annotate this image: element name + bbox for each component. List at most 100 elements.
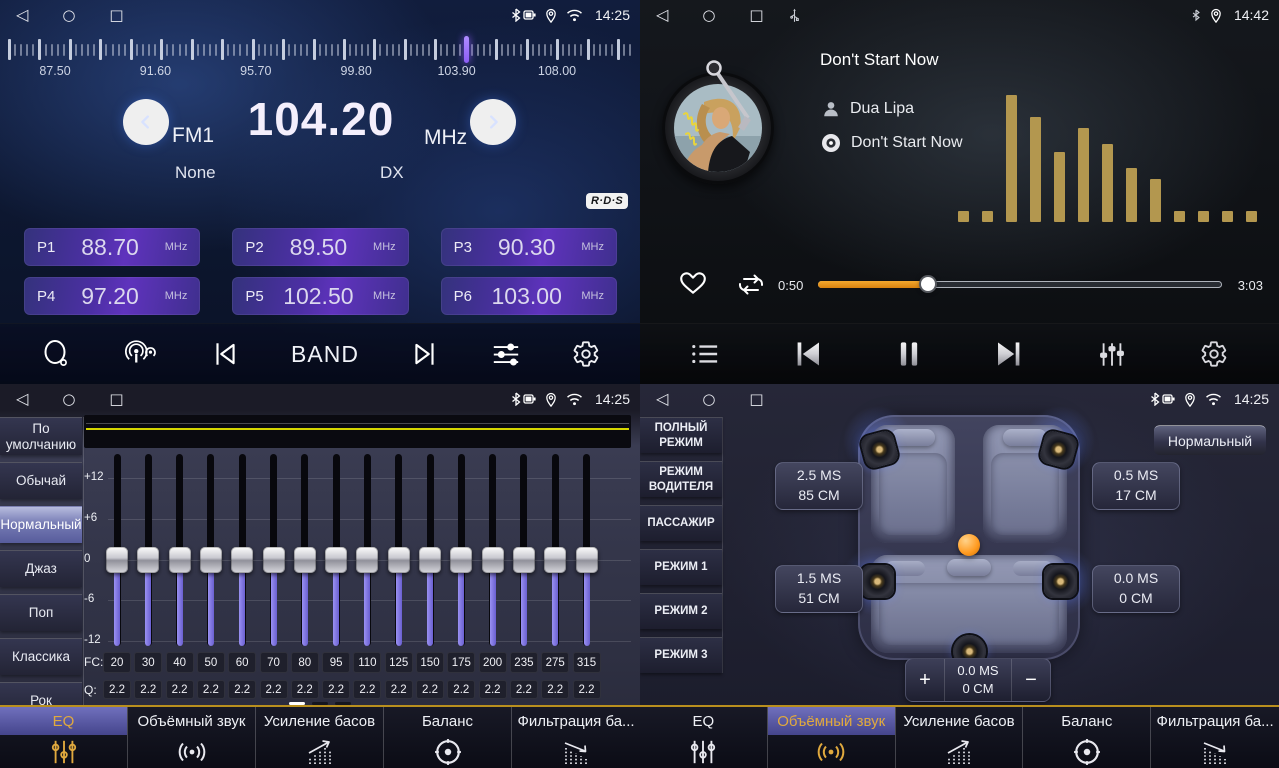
q-value[interactable]: 2.2 — [479, 680, 507, 699]
scan-button[interactable] — [36, 334, 76, 374]
fc-value[interactable]: 110 — [353, 652, 381, 673]
rear-left-delay[interactable]: 1.5 MS 51 CM — [775, 565, 863, 613]
nav-recents-button[interactable]: □ — [749, 7, 763, 23]
nav-home-button[interactable]: ○ — [702, 7, 715, 23]
q-value[interactable]: 2.2 — [573, 680, 601, 699]
eq-slider-thumb[interactable] — [263, 547, 285, 573]
decrease-delay-button[interactable]: − — [1012, 659, 1050, 701]
fc-value[interactable]: 175 — [447, 652, 475, 673]
nav-recents-button[interactable]: □ — [109, 391, 123, 407]
q-value[interactable]: 2.2 — [353, 680, 381, 699]
q-value[interactable]: 2.2 — [447, 680, 475, 699]
eq-slider-thumb[interactable] — [200, 547, 222, 573]
surround-mode-6[interactable]: РЕЖИМ 3 — [640, 637, 722, 673]
eq-preset-6[interactable]: Классика — [0, 638, 82, 675]
fc-value[interactable]: 30 — [134, 652, 162, 673]
q-value[interactable]: 2.2 — [197, 680, 225, 699]
fc-value[interactable]: 315 — [573, 652, 601, 673]
q-value[interactable]: 2.2 — [322, 680, 350, 699]
fc-value[interactable]: 275 — [541, 652, 569, 673]
fc-value[interactable]: 50 — [197, 652, 225, 673]
pause-button[interactable] — [893, 336, 925, 372]
eq-slider-thumb[interactable] — [513, 547, 535, 573]
fc-value[interactable]: 150 — [416, 652, 444, 673]
front-left-delay[interactable]: 2.5 MS 85 CM — [775, 462, 863, 510]
fc-value[interactable]: 70 — [260, 652, 288, 673]
increase-delay-button[interactable]: + — [906, 659, 944, 701]
front-right-delay[interactable]: 0.5 MS 17 CM — [1092, 462, 1180, 510]
nav-back-button[interactable]: ◁ — [656, 7, 668, 23]
q-value[interactable]: 2.2 — [228, 680, 256, 699]
eq-slider-thumb[interactable] — [450, 547, 472, 573]
eq-slider-thumb[interactable] — [388, 547, 410, 573]
eq-slider-thumb[interactable] — [576, 547, 598, 573]
nav-home-button[interactable]: ○ — [62, 7, 75, 23]
nav-back-button[interactable]: ◁ — [16, 391, 28, 407]
eq-preset-3[interactable]: Нормальный — [0, 506, 82, 543]
broadcast-button[interactable] — [119, 335, 163, 373]
tab-surround[interactable]: Объёмный звук — [768, 707, 896, 768]
seek-bar[interactable] — [818, 281, 1222, 288]
next-track-button[interactable] — [406, 337, 444, 371]
nav-home-button[interactable]: ○ — [62, 391, 75, 407]
nav-recents-button[interactable]: □ — [109, 7, 123, 23]
radio-preset-p5[interactable]: P5102.50MHz — [232, 277, 408, 315]
fc-value[interactable]: 40 — [166, 652, 194, 673]
q-value[interactable]: 2.2 — [416, 680, 444, 699]
q-value[interactable]: 2.2 — [541, 680, 569, 699]
eq-slider-thumb[interactable] — [169, 547, 191, 573]
tab-eq[interactable]: EQ — [0, 707, 128, 768]
gear-button[interactable] — [568, 336, 604, 372]
tab-filter[interactable]: Фильтрация ба... — [512, 707, 640, 768]
sound-profile-button[interactable]: Нормальный — [1154, 425, 1266, 455]
tab-bass-boost[interactable]: Усиление басов — [256, 707, 384, 768]
frequency-scale[interactable] — [8, 35, 632, 65]
surround-mode-2[interactable]: РЕЖИМ ВОДИТЕЛЯ — [640, 461, 722, 497]
surround-mode-5[interactable]: РЕЖИМ 2 — [640, 593, 722, 629]
radio-preset-p2[interactable]: P289.50MHz — [232, 228, 408, 266]
rear-right-delay[interactable]: 0.0 MS 0 CM — [1092, 565, 1180, 613]
eq-slider-thumb[interactable] — [325, 547, 347, 573]
eq-preset-2[interactable]: Обычай — [0, 462, 82, 499]
nav-recents-button[interactable]: □ — [749, 391, 763, 407]
q-value[interactable]: 2.2 — [166, 680, 194, 699]
q-value[interactable]: 2.2 — [134, 680, 162, 699]
prev-filled-button[interactable] — [789, 336, 827, 372]
q-value[interactable]: 2.2 — [103, 680, 131, 699]
eq-preset-4[interactable]: Джаз — [0, 550, 82, 587]
surround-mode-4[interactable]: РЕЖИМ 1 — [640, 549, 722, 585]
surround-mode-1[interactable]: ПОЛНЫЙ РЕЖИМ — [640, 417, 722, 453]
eq-slider-thumb[interactable] — [231, 547, 253, 573]
radio-preset-p3[interactable]: P390.30MHz — [441, 228, 617, 266]
eq-slider-thumb[interactable] — [106, 547, 128, 573]
fc-value[interactable]: 95 — [322, 652, 350, 673]
nav-home-button[interactable]: ○ — [702, 391, 715, 407]
tune-up-button[interactable] — [470, 99, 516, 145]
fc-value[interactable]: 80 — [291, 652, 319, 673]
repeat-button[interactable] — [734, 270, 768, 299]
nav-back-button[interactable]: ◁ — [656, 391, 668, 407]
radio-preset-p6[interactable]: P6103.00MHz — [441, 277, 617, 315]
playlist-button[interactable] — [687, 338, 723, 370]
next-filled-button[interactable] — [990, 336, 1028, 372]
favorite-button[interactable] — [676, 268, 710, 298]
eq-slider-thumb[interactable] — [137, 547, 159, 573]
eq-slider-thumb[interactable] — [544, 547, 566, 573]
radio-preset-p1[interactable]: P188.70MHz — [24, 228, 200, 266]
q-value[interactable]: 2.2 — [291, 680, 319, 699]
listening-position-marker[interactable] — [958, 534, 980, 556]
q-value[interactable]: 2.2 — [510, 680, 538, 699]
q-value[interactable]: 2.2 — [385, 680, 413, 699]
eq-slider-thumb[interactable] — [482, 547, 504, 573]
fc-value[interactable]: 235 — [510, 652, 538, 673]
eq-preset-5[interactable]: Поп — [0, 594, 82, 631]
fc-value[interactable]: 60 — [228, 652, 256, 673]
eq-slider-thumb[interactable] — [294, 547, 316, 573]
seek-bar-thumb[interactable] — [921, 277, 935, 291]
radio-preset-p4[interactable]: P497.20MHz — [24, 277, 200, 315]
eq-slider-thumb[interactable] — [419, 547, 441, 573]
gear-silver-button[interactable] — [1196, 336, 1232, 372]
tune-sliders-button[interactable] — [487, 337, 525, 372]
mixer-button[interactable] — [1094, 337, 1130, 372]
surround-mode-3[interactable]: ПАССАЖИР — [640, 505, 722, 541]
